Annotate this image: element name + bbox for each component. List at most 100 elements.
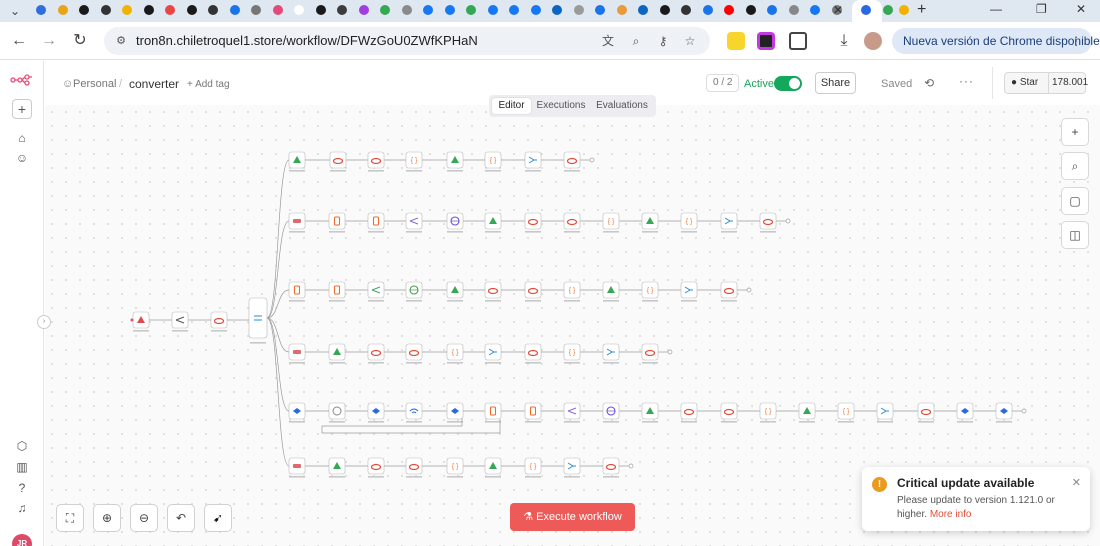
tab-favicon-24[interactable] <box>549 2 565 18</box>
workflow-node[interactable] <box>524 281 542 299</box>
tab-favicon-7[interactable] <box>184 2 200 18</box>
workflow-node[interactable] <box>720 281 738 299</box>
insights-icon[interactable]: ▥ <box>13 458 31 476</box>
notifications-bell-icon[interactable]: ♫ <box>13 499 31 517</box>
site-info-icon[interactable]: ⚙ <box>114 34 128 48</box>
tab-favicon-1[interactable] <box>55 2 71 18</box>
workflow-node[interactable] <box>405 457 423 475</box>
workflow-node[interactable] <box>563 151 581 169</box>
tab-favicon-14[interactable] <box>334 2 350 18</box>
workflow-node[interactable] <box>759 212 777 230</box>
switch-node[interactable] <box>248 297 268 339</box>
workflow-node[interactable] <box>328 281 346 299</box>
tab-favicon-5[interactable] <box>141 2 157 18</box>
workflow-node[interactable] <box>210 311 228 329</box>
tab-favicon-16[interactable] <box>377 2 393 18</box>
output-handle[interactable] <box>785 218 791 224</box>
translate-icon[interactable]: 文 <box>600 33 616 49</box>
tab-favicon-26[interactable] <box>592 2 608 18</box>
sidebar-expand-icon[interactable]: › <box>37 315 51 329</box>
output-handle[interactable] <box>628 463 634 469</box>
tab-favicon-20[interactable] <box>463 2 479 18</box>
workflow-node[interactable] <box>641 343 659 361</box>
back-icon[interactable]: ← <box>9 31 29 51</box>
tab-executions[interactable]: Executions <box>536 98 586 114</box>
user-icon[interactable]: ☺ <box>13 149 31 167</box>
user-avatar[interactable]: JR <box>12 534 32 546</box>
output-handle[interactable] <box>746 287 752 293</box>
add-node-button[interactable]: + <box>1061 118 1089 146</box>
workflow-node[interactable] <box>484 343 502 361</box>
chrome-menu-icon[interactable]: ⋮ <box>1070 28 1082 54</box>
tab-favicon-11[interactable] <box>270 2 286 18</box>
workflow-node[interactable] <box>405 343 423 361</box>
zoom-icon[interactable]: ⌕ <box>628 33 644 49</box>
workflow-name[interactable]: converter <box>129 77 179 91</box>
breadcrumb-personal[interactable]: Personal <box>73 78 116 90</box>
tab-favicon-15[interactable] <box>356 2 372 18</box>
tab-favicon-30[interactable] <box>678 2 694 18</box>
workflow-node[interactable] <box>720 402 738 420</box>
workflow-node[interactable] <box>329 151 347 169</box>
workflow-node[interactable] <box>524 402 542 420</box>
tab-favicon-28[interactable] <box>635 2 651 18</box>
minimize-icon[interactable]: — <box>990 2 1002 16</box>
workflow-node[interactable] <box>171 311 189 329</box>
zoom-in-icon[interactable]: ⊕ <box>93 504 121 532</box>
extension-notes-icon[interactable] <box>727 32 745 50</box>
help-icon[interactable]: ? <box>13 479 31 497</box>
create-button[interactable]: + <box>12 99 32 119</box>
workflow-node[interactable] <box>328 212 346 230</box>
workflow-node[interactable] <box>405 212 423 230</box>
zoom-out-icon[interactable]: ⊖ <box>130 504 158 532</box>
workflow-node[interactable] <box>367 212 385 230</box>
extension-camera-icon[interactable] <box>757 32 775 50</box>
tab-favicon-32[interactable] <box>721 2 737 18</box>
reload-icon[interactable]: ↻ <box>70 31 90 51</box>
panel-toggle-icon[interactable]: ◫ <box>1061 221 1089 249</box>
workflow-node[interactable] <box>876 402 894 420</box>
profile-avatar-icon[interactable] <box>864 32 882 50</box>
templates-icon[interactable]: ⬡ <box>13 437 31 455</box>
github-star-button[interactable]: ● Star 178.001 <box>1004 72 1088 94</box>
tab-search-icon[interactable]: ⌄ <box>6 3 24 19</box>
restore-icon[interactable]: ❐ <box>1036 2 1047 16</box>
tab-favicon-34[interactable] <box>764 2 780 18</box>
chrome-update-button[interactable]: Nueva versión de Chrome disponible ⋮ <box>892 28 1100 54</box>
workflow-node[interactable] <box>524 212 542 230</box>
forward-icon[interactable]: → <box>39 31 59 51</box>
workflow-node[interactable] <box>524 343 542 361</box>
tab-favicon-25[interactable] <box>571 2 587 18</box>
tab-favicon-0[interactable] <box>33 2 49 18</box>
tab-favicon-27[interactable] <box>614 2 630 18</box>
bookmark-star-icon[interactable]: ☆ <box>682 33 698 49</box>
workflow-node[interactable] <box>563 212 581 230</box>
tab-favicon-12[interactable] <box>291 2 307 18</box>
sticky-note-icon[interactable]: ▢ <box>1061 187 1089 215</box>
tab-favicon-9[interactable] <box>227 2 243 18</box>
version-count-badge[interactable]: 0 / 2 <box>706 74 740 92</box>
workflow-node[interactable] <box>367 343 385 361</box>
tab-favicon-22[interactable] <box>506 2 522 18</box>
extensions-puzzle-icon[interactable] <box>789 32 807 50</box>
address-bar[interactable]: ⚙ tron8n.chiletroquel1.store/workflow/DF… <box>104 27 710 55</box>
tab-favicon-2[interactable] <box>76 2 92 18</box>
output-handle[interactable] <box>589 157 595 163</box>
tab-favicon-drive[interactable] <box>880 2 896 18</box>
workflow-node[interactable] <box>367 281 385 299</box>
home-icon[interactable]: ⌂ <box>13 129 31 147</box>
workflow-node[interactable] <box>367 457 385 475</box>
workflow-node[interactable] <box>680 281 698 299</box>
tab-favicon-8[interactable] <box>205 2 221 18</box>
workflow-node[interactable] <box>405 402 423 420</box>
tab-favicon-drive-2[interactable] <box>896 2 912 18</box>
history-icon[interactable]: ⟲ <box>924 76 934 90</box>
workflow-node[interactable] <box>602 457 620 475</box>
tab-favicon-18[interactable] <box>420 2 436 18</box>
new-tab-icon[interactable]: + <box>917 1 926 19</box>
workflow-node[interactable] <box>563 402 581 420</box>
execute-workflow-button[interactable]: ⚗ Execute workflow <box>510 503 635 531</box>
workflow-node[interactable] <box>563 457 581 475</box>
output-handle[interactable] <box>667 349 673 355</box>
tab-favicon-23[interactable] <box>528 2 544 18</box>
